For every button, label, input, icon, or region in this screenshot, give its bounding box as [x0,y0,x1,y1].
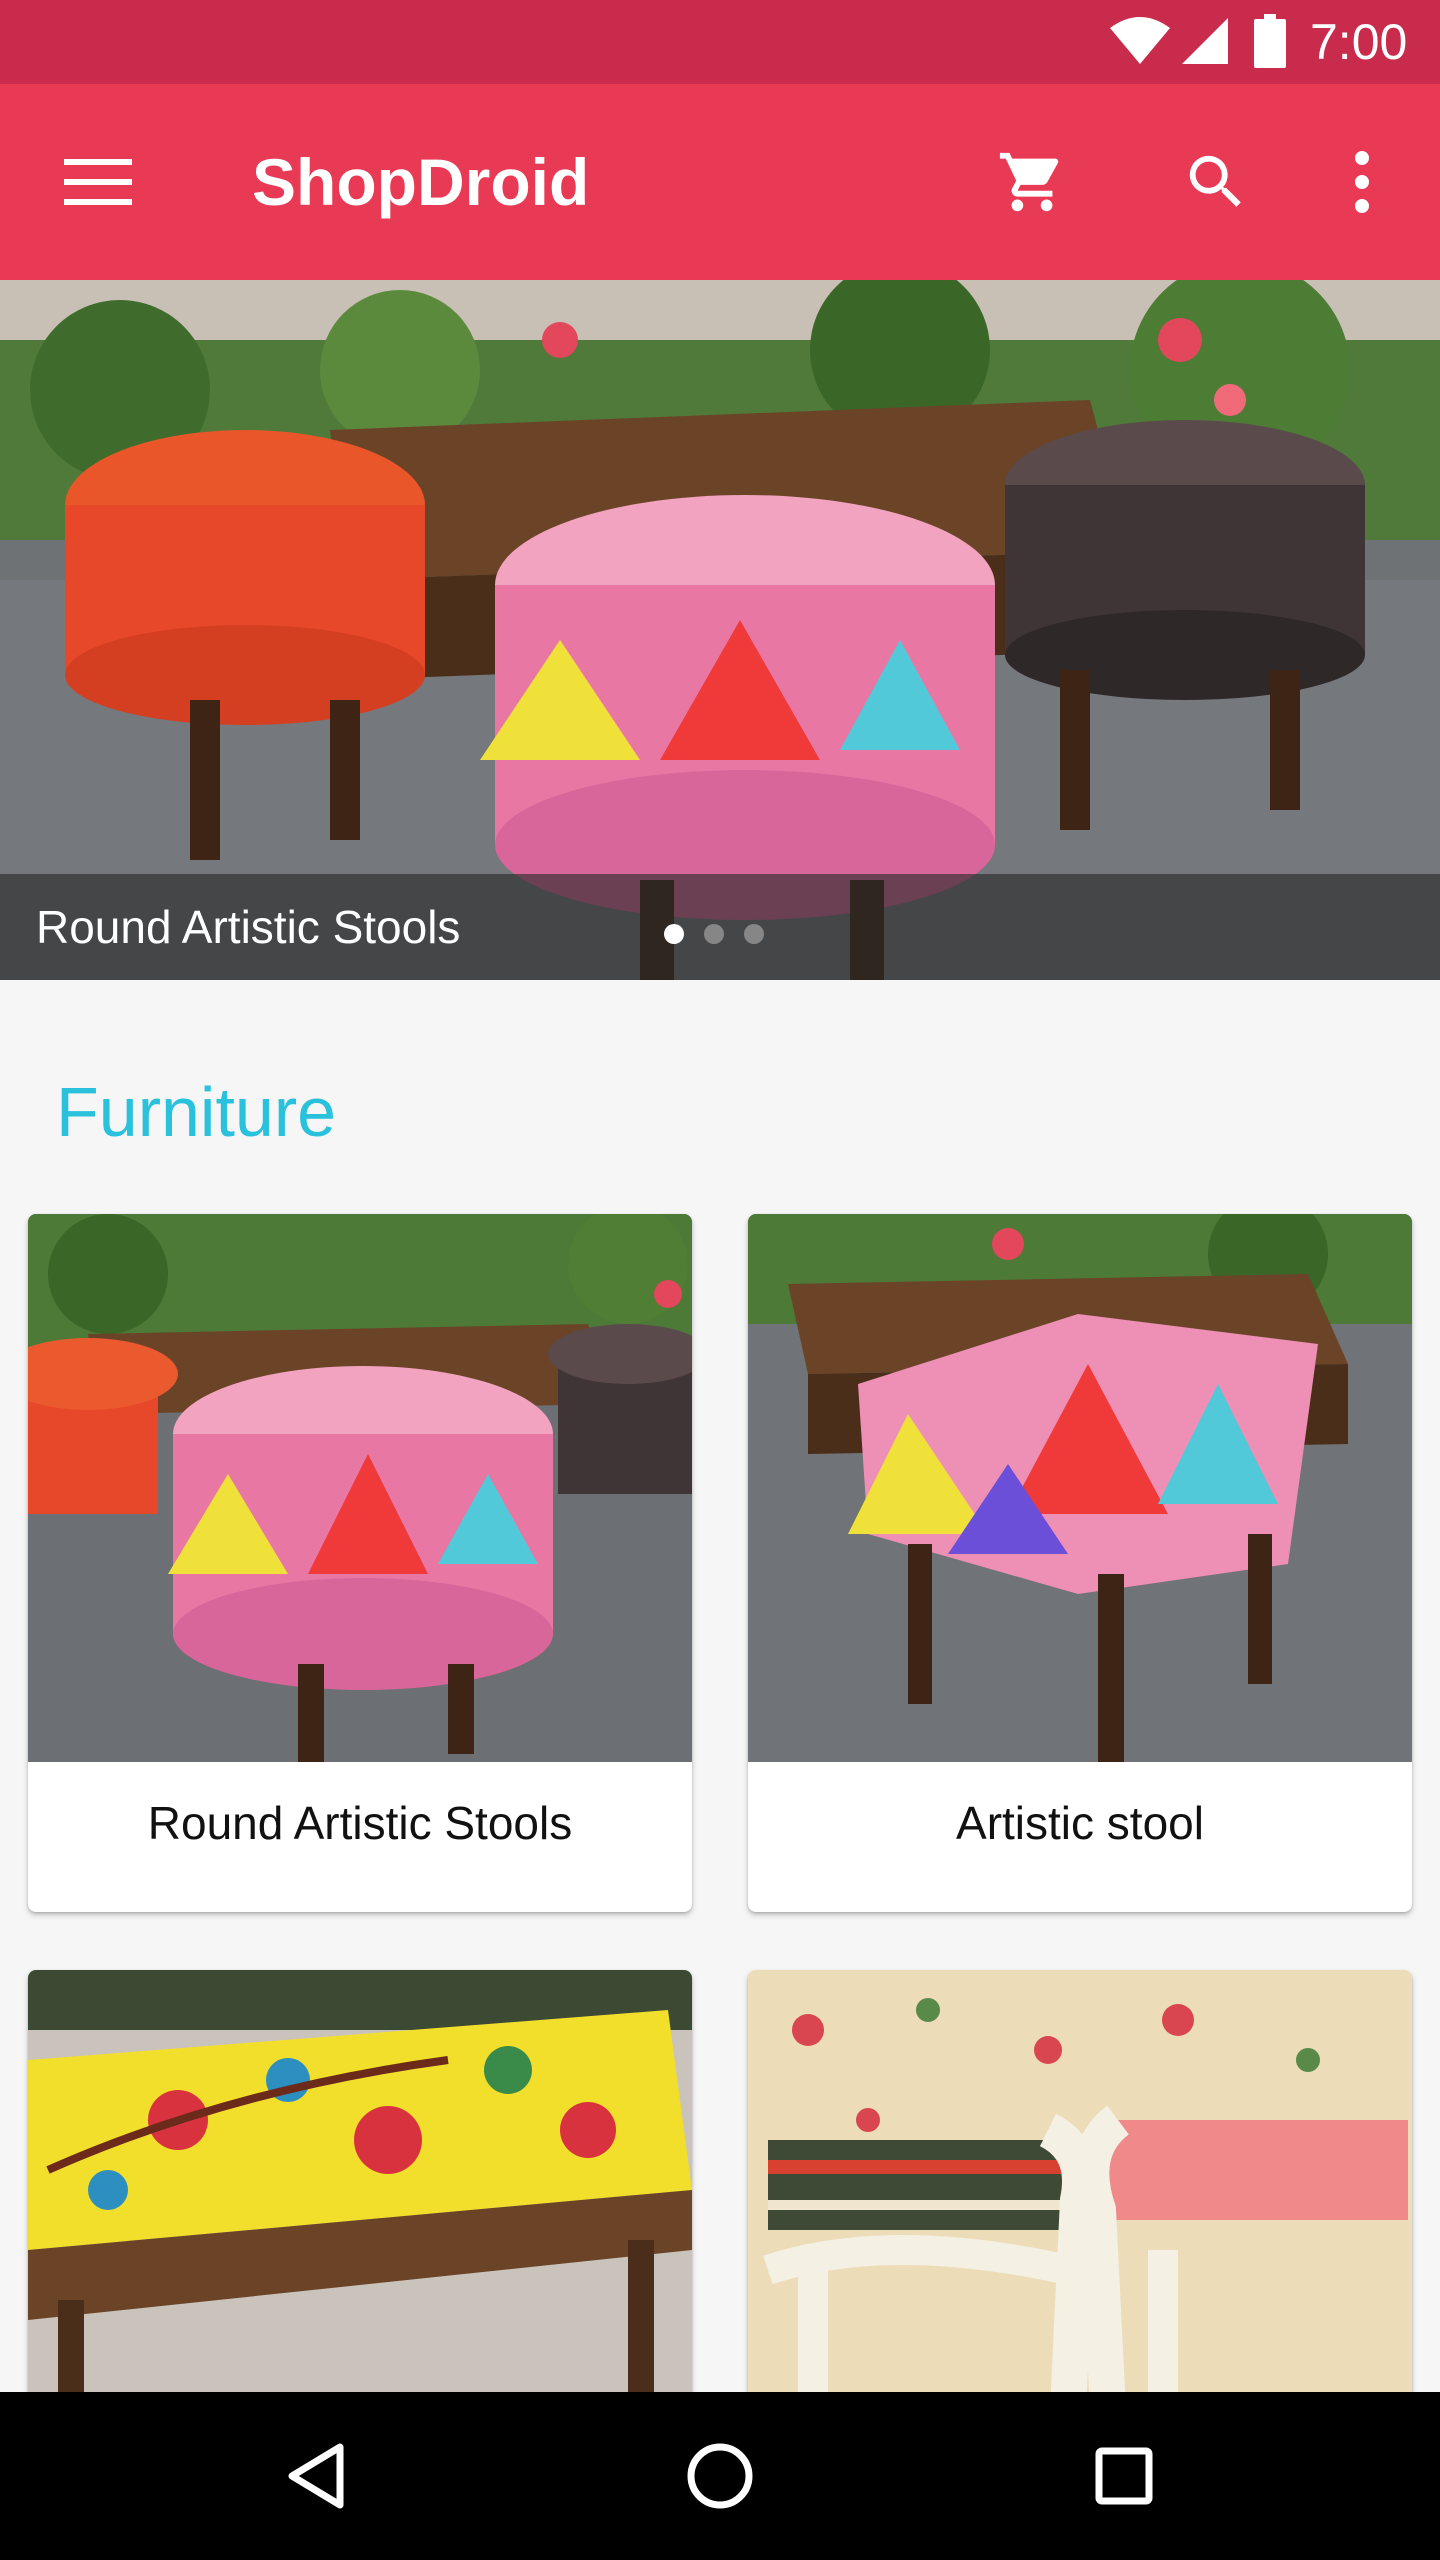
search-button[interactable] [1160,126,1272,238]
home-button[interactable] [660,2416,780,2536]
cart-icon [999,152,1059,212]
product-label: Artistic stool [956,1797,1204,1849]
carousel-indicator [664,924,764,944]
menu-button[interactable] [42,126,154,238]
app-bar: ShopDroid [0,84,1440,280]
more-options-button[interactable] [1306,126,1418,238]
carousel-dot-1[interactable] [664,924,684,944]
wifi-icon [1110,17,1170,64]
product-image [748,1214,1412,1762]
system-nav-bar [0,2392,1440,2560]
menu-icon [64,159,132,205]
cell-signal-icon [1182,18,1228,64]
status-time: 7:00 [1310,14,1408,70]
back-button[interactable] [256,2416,376,2536]
app-title: ShopDroid [252,145,590,219]
more-vert-icon [1355,151,1369,213]
home-icon [687,2443,753,2509]
recents-button[interactable] [1064,2416,1184,2536]
product-image [28,1214,692,1762]
product-card[interactable]: Round Artistic Stools [28,1214,692,1912]
carousel-dot-3[interactable] [744,924,764,944]
screen: 7:00 ShopDroid Round Artistic Stools Fur… [0,0,1440,2560]
product-card[interactable]: Artistic stool [748,1214,1412,1912]
cart-button[interactable] [976,126,1088,238]
battery-icon [1254,14,1286,68]
search-icon [1189,155,1241,207]
carousel-dot-2[interactable] [704,924,724,944]
hero-caption: Round Artistic Stools [36,901,461,953]
recents-icon [1095,2447,1153,2505]
section-title: Furniture [56,1073,337,1151]
product-label: Round Artistic Stools [147,1797,573,1849]
status-bar: 7:00 [0,0,1440,84]
back-icon [288,2443,344,2509]
